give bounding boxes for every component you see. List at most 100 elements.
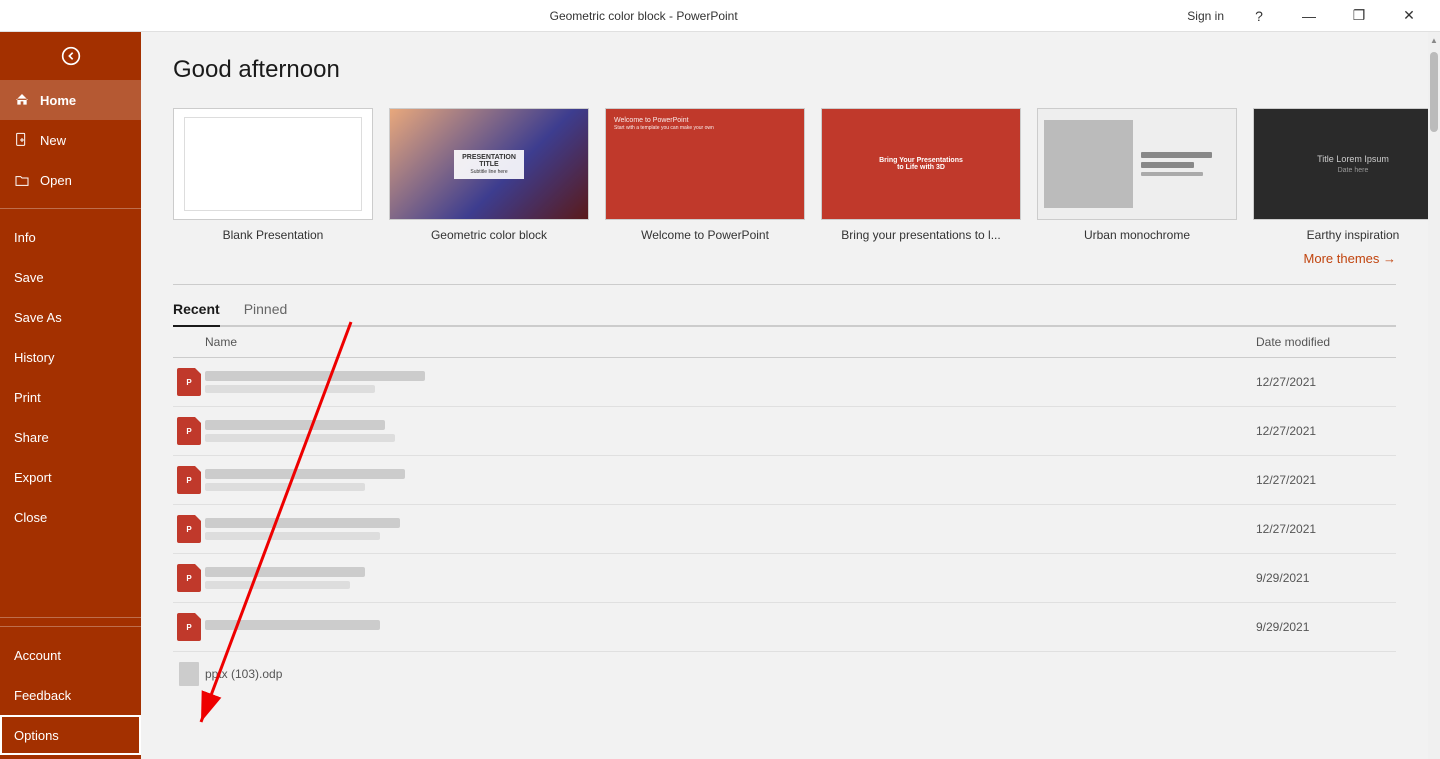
table-row[interactable]: P 12/27/2021 (173, 407, 1396, 456)
table-row[interactable]: P 9/29/2021 (173, 554, 1396, 603)
scrollbar-track[interactable]: ▲ (1428, 32, 1440, 759)
template-geo[interactable]: PRESENTATIONTITLESubtitle line here Geom… (389, 108, 589, 242)
sidebar-item-export[interactable]: Export (0, 457, 141, 497)
table-row[interactable]: P 9/29/2021 (173, 603, 1396, 652)
sidebar-item-new-label: New (40, 133, 66, 148)
file-name-line-1a (205, 371, 425, 381)
sidebar-item-home-label: Home (40, 93, 76, 108)
file-name-3 (205, 469, 1256, 491)
new-doc-icon (14, 132, 30, 148)
sidebar-item-open[interactable]: Open (0, 160, 141, 200)
file-name-line-4b (205, 532, 380, 540)
urban-line-3 (1141, 172, 1203, 176)
earthy-thumb-text: Title Lorem IpsumDate here (1317, 154, 1389, 174)
template-label-earthy: Earthy inspiration (1307, 228, 1400, 242)
blank-slide-preview (184, 117, 362, 211)
table-row[interactable]: P 12/27/2021 (173, 505, 1396, 554)
sidebar-item-print-label: Print (14, 390, 41, 405)
sidebar-item-options[interactable]: Options (0, 715, 141, 755)
tab-recent[interactable]: Recent (173, 301, 220, 327)
maximize-button[interactable]: ❐ (1336, 0, 1382, 32)
back-icon (61, 46, 81, 66)
scrollbar-thumb[interactable] (1430, 52, 1438, 132)
sidebar-divider-2 (0, 626, 141, 627)
urban-text (1141, 152, 1230, 176)
file-name-4 (205, 518, 1256, 540)
template-earthy[interactable]: Title Lorem IpsumDate here Earthy inspir… (1253, 108, 1428, 242)
sidebar-item-account-label: Account (14, 648, 61, 663)
sidebar-item-print[interactable]: Print (0, 377, 141, 417)
table-row[interactable]: pptx (103).odp (173, 652, 1396, 696)
sidebar-item-new[interactable]: New (0, 120, 141, 160)
main-layout: Home New Open Info (0, 32, 1440, 759)
file-icon-wrap-5: P (173, 564, 205, 592)
content-scroll-wrap: Good afternoon Blank Presentation (141, 32, 1440, 759)
more-themes-link[interactable]: More themes → (1304, 251, 1396, 266)
file-name-1 (205, 371, 1256, 393)
file-name-7: pptx (103).odp (205, 665, 1256, 683)
file-name-6 (205, 620, 1256, 634)
content-area: Good afternoon Blank Presentation (141, 32, 1428, 759)
sidebar-item-info[interactable]: Info (0, 217, 141, 257)
welcome-thumb-design: Welcome to PowerPointStart with a templa… (606, 109, 804, 219)
tab-pinned[interactable]: Pinned (244, 301, 288, 327)
sidebar-item-account[interactable]: Account (0, 635, 141, 675)
file-list: Name Date modified P 12/27/2021 (173, 327, 1396, 696)
sidebar-item-feedback[interactable]: Feedback (0, 675, 141, 715)
welcome-thumb-text: Welcome to PowerPointStart with a templa… (614, 117, 714, 131)
more-themes-link-wrap: More themes → (173, 250, 1396, 268)
urban-line-2 (1141, 162, 1194, 168)
help-button[interactable]: ? (1236, 0, 1282, 32)
urban-line-1 (1141, 152, 1212, 158)
scrollbar-arrow-up[interactable]: ▲ (1428, 32, 1440, 48)
sidebar-back-button[interactable] (0, 32, 141, 80)
template-urban[interactable]: Urban monochrome (1037, 108, 1237, 242)
sidebar-item-home[interactable]: Home (0, 80, 141, 120)
sidebar-item-export-label: Export (14, 470, 52, 485)
sidebar-item-share-label: Share (14, 430, 49, 445)
file-name-line-2b (205, 434, 395, 442)
sidebar-top: Home New Open Info (0, 32, 141, 617)
template-blank[interactable]: Blank Presentation (173, 108, 373, 242)
template-thumb-blank (173, 108, 373, 220)
sidebar-item-save-as[interactable]: Save As (0, 297, 141, 337)
table-row[interactable]: P 12/27/2021 (173, 456, 1396, 505)
templates-row: Blank Presentation PRESENTATIONTITLESubt… (173, 108, 1396, 242)
ppt-icon-6: P (177, 613, 201, 641)
file-name-line-6a (205, 620, 380, 630)
file-list-header: Name Date modified (173, 327, 1396, 358)
sidebar-item-feedback-label: Feedback (14, 688, 71, 703)
sidebar-item-share[interactable]: Share (0, 417, 141, 457)
file-name-line-2a (205, 420, 385, 430)
ppt-icon-5: P (177, 564, 201, 592)
home-icon (14, 92, 30, 108)
file-name-label-7: pptx (103).odp (205, 667, 282, 681)
minimize-button[interactable]: — (1286, 0, 1332, 32)
ppt-icon-1: P (177, 368, 201, 396)
template-bring3d[interactable]: Bring Your Presentationsto Life with 3D … (821, 108, 1021, 242)
table-row[interactable]: P 12/27/2021 (173, 358, 1396, 407)
file-icon-wrap-7 (173, 662, 205, 686)
sidebar-divider-1 (0, 208, 141, 209)
template-welcome[interactable]: Welcome to PowerPointStart with a templa… (605, 108, 805, 242)
sidebar-item-save[interactable]: Save (0, 257, 141, 297)
sidebar-item-history[interactable]: History (0, 337, 141, 377)
sidebar-item-close-label: Close (14, 510, 47, 525)
sign-in-button[interactable]: Sign in (1179, 7, 1232, 25)
template-thumb-urban (1037, 108, 1237, 220)
sidebar-item-history-label: History (14, 350, 54, 365)
tabs-bar: Recent Pinned (173, 301, 1396, 327)
greeting-heading: Good afternoon (173, 56, 1396, 84)
sidebar-bottom: Account Feedback Options (0, 617, 141, 759)
template-thumb-geo: PRESENTATIONTITLESubtitle line here (389, 108, 589, 220)
file-icon-wrap-2: P (173, 417, 205, 445)
template-label-bring3d: Bring your presentations to l... (841, 228, 1000, 242)
file-name-2 (205, 420, 1256, 442)
close-button[interactable]: ✕ (1386, 0, 1432, 32)
sidebar-item-close[interactable]: Close (0, 497, 141, 537)
file-date-5: 9/29/2021 (1256, 571, 1396, 585)
file-name-line-5a (205, 567, 365, 577)
col-header-date: Date modified (1256, 335, 1396, 349)
file-name-line-5b (205, 581, 350, 589)
ppt-icon-3: P (177, 466, 201, 494)
